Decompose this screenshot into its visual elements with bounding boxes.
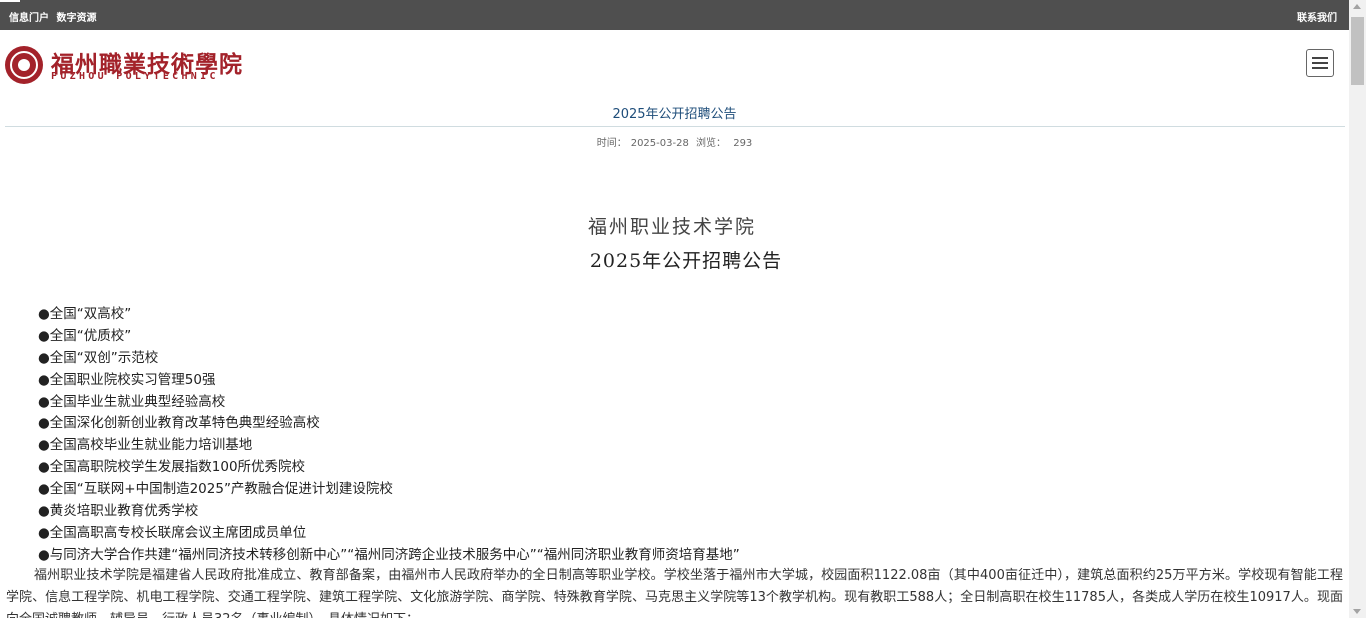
honor-item: ●全国“双高校” (38, 306, 132, 322)
top-left-marker (0, 0, 20, 2)
scroll-up-arrow-icon[interactable] (1353, 4, 1361, 9)
view-count: 293 (733, 138, 753, 149)
date-label: 时间： (596, 138, 627, 149)
menu-icon-bar (1312, 62, 1328, 64)
honor-item: ●全国“互联网+中国制造2025”产教融合促进计划建设院校 (38, 481, 393, 498)
honor-item: ●全国高校毕业生就业能力培训基地 (38, 437, 253, 454)
school-seal-icon (5, 46, 43, 84)
scroll-down-arrow-icon[interactable] (1353, 609, 1361, 614)
honor-item: ●全国高职院校学生发展指数100所优秀院校 (38, 459, 306, 476)
article-meta: 时间： 2025-03-28 浏览： 293 (0, 134, 1349, 149)
honor-item: ●全国毕业生就业典型经验高校 (38, 393, 226, 410)
menu-icon-bar (1312, 57, 1328, 59)
vertical-scrollbar[interactable] (1349, 0, 1366, 618)
title-divider (5, 126, 1345, 127)
honor-item: ●全国深化创新创业教育改革特色典型经验高校 (38, 415, 320, 432)
contact-us-link[interactable]: 联系我们 (1297, 9, 1337, 24)
honor-item: ●黄炎培职业教育优秀学校 (38, 503, 199, 520)
publish-date: 2025-03-28 (630, 138, 689, 149)
menu-icon-bar (1312, 67, 1328, 69)
school-logo[interactable]: 福州職業技術學院 FUZHOU POLYTECHNIC (5, 44, 245, 86)
honor-item: ●全国高职高专校长联席会议主席团成员单位 (38, 524, 307, 541)
top-links: 信息门户 数字资源 (9, 9, 100, 24)
top-bar: 信息门户 数字资源 联系我们 (0, 0, 1349, 30)
honor-item: ●全国职业院校实习管理50强 (38, 371, 216, 388)
org-name: 福州职业技术学院 (587, 216, 756, 238)
hamburger-menu-button[interactable] (1306, 49, 1334, 77)
logo-name-en: FUZHOU POLYTECHNIC (51, 71, 219, 82)
honor-item: ●全国“双创”示范校 (38, 349, 159, 366)
article-title: 2025年公开招聘公告 (612, 107, 737, 122)
views-label: 浏览： (696, 138, 727, 149)
info-portal-link[interactable]: 信息门户 (9, 13, 49, 24)
announcement-heading: 2025年公开招聘公告 (589, 250, 783, 272)
honor-item: ●与同济大学合作共建“福州同济技术转移创新中心”“福州同济跨企业技术服务中心”“… (38, 546, 740, 563)
honors-list: ●全国“双高校” ●全国“优质校” ●全国“双创”示范校 ●全国职业院校实习管理… (38, 304, 740, 567)
digital-resources-link[interactable]: 数字资源 (56, 13, 96, 24)
intro-paragraph: 福州职业技术学院是福建省人民政府批准成立、教育部备案，由福州市人民政府举办的全日… (6, 568, 1343, 618)
scrollbar-thumb[interactable] (1351, 17, 1364, 85)
honor-item: ●全国“优质校” (38, 327, 132, 344)
